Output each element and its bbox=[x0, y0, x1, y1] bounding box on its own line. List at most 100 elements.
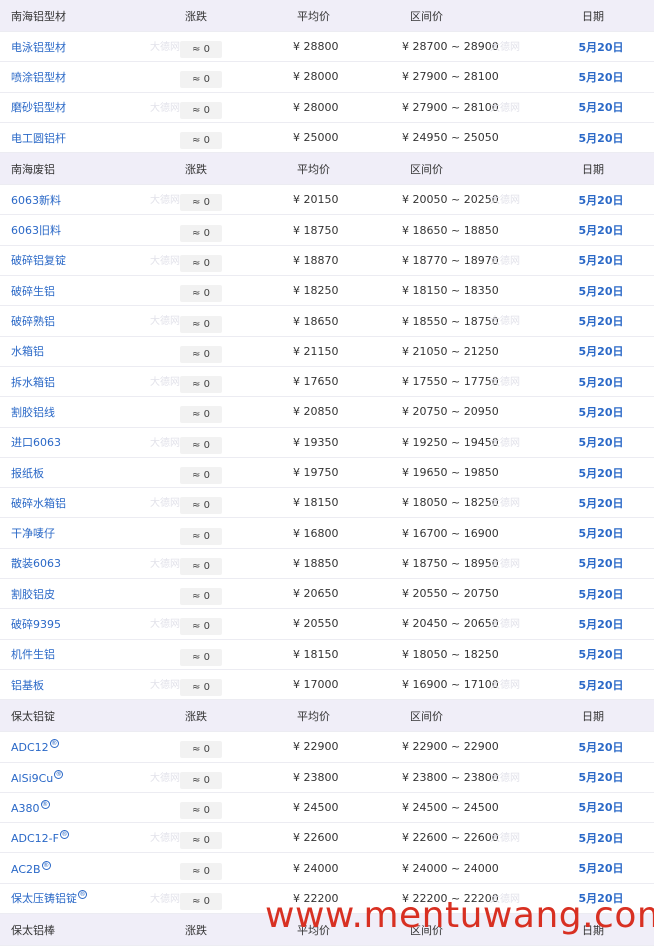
avg-price: ¥ 17000 bbox=[293, 678, 339, 692]
product-link[interactable]: 破碎熟铝 bbox=[11, 315, 55, 328]
avg-price: ¥ 18870 bbox=[293, 253, 339, 267]
product-link[interactable]: 干净唛仔 bbox=[11, 527, 55, 540]
price-range: ¥ 19250 ~ 19450 bbox=[402, 435, 499, 449]
table-row: 拆水箱铝 ≈ 0 ¥ 17650 ¥ 17550 ~ 17750 5月20日 大德网 大德网 bbox=[0, 367, 654, 398]
header-cell-date: 日期 bbox=[530, 8, 654, 24]
product-link[interactable]: 破碎生铝 bbox=[11, 285, 55, 298]
name-cell: 报纸板 bbox=[0, 465, 150, 481]
name-cell: 破碎水箱铝 bbox=[0, 495, 150, 511]
date-cell: 5月20日 bbox=[530, 799, 654, 815]
table-row: 电泳铝型材 ≈ 0 ¥ 28800 ¥ 28700 ~ 28900 5月20日 大德网 大德… bbox=[0, 32, 654, 63]
avg-cell: ¥ 18750 bbox=[230, 224, 360, 237]
header-label: 保太铝棒 bbox=[11, 923, 55, 937]
table-row: 机件生铝 ≈ 0 ¥ 18150 ¥ 18050 ~ 18250 5月20日 bbox=[0, 640, 654, 670]
change-badge: ≈ 0 bbox=[180, 436, 222, 454]
avg-price: ¥ 18750 bbox=[293, 223, 339, 237]
range-cell: ¥ 18050 ~ 18250 bbox=[360, 496, 530, 509]
product-link[interactable]: 6063新料 bbox=[11, 194, 61, 207]
product-link[interactable]: 破碎水箱铝 bbox=[11, 497, 66, 510]
product-name: 散装6063 bbox=[11, 557, 61, 571]
range-cell: ¥ 16900 ~ 17100 bbox=[360, 678, 530, 691]
registered-mark-icon: ® bbox=[59, 830, 69, 840]
product-name: 破碎生铝 bbox=[11, 284, 55, 298]
avg-price: ¥ 18850 bbox=[293, 556, 339, 570]
header-cell-change: 涨跌 bbox=[150, 922, 230, 938]
product-link[interactable]: A380 ® bbox=[11, 799, 50, 815]
date-cell: 5月20日 bbox=[530, 616, 654, 632]
registered-mark-icon: ® bbox=[78, 890, 87, 900]
header-cell-date: 日期 bbox=[530, 922, 654, 938]
date-cell: 5月20日 bbox=[530, 769, 654, 785]
date-value: 5月20日 bbox=[578, 131, 624, 145]
avg-cell: ¥ 21150 bbox=[230, 345, 360, 358]
date-cell: 5月20日 bbox=[530, 890, 654, 906]
product-name: 进口6063 bbox=[11, 436, 61, 450]
header-cell-avg: 平均价 bbox=[230, 8, 360, 24]
change-badge: ≈ 0 bbox=[180, 892, 222, 910]
product-link[interactable]: 进口6063 bbox=[11, 436, 61, 449]
avg-price: ¥ 24500 bbox=[293, 800, 339, 814]
product-link[interactable]: AlSi9Cu ® bbox=[11, 769, 64, 785]
product-link[interactable]: 电泳铝型材 bbox=[11, 41, 66, 54]
product-link[interactable]: 割胶铝线 bbox=[11, 406, 55, 419]
product-link[interactable]: 铝基板 bbox=[11, 679, 44, 692]
change-cell: ≈ 0 bbox=[150, 857, 230, 880]
range-cell: ¥ 20550 ~ 20750 bbox=[360, 587, 530, 600]
change-cell: ≈ 0 bbox=[150, 796, 230, 819]
product-link[interactable]: 拆水箱铝 bbox=[11, 376, 55, 389]
avg-cell: ¥ 28000 bbox=[230, 101, 360, 114]
change-badge: ≈ 0 bbox=[180, 467, 222, 484]
date-value: 5月20日 bbox=[578, 375, 624, 389]
product-link[interactable]: 喷涂铝型材 bbox=[11, 71, 66, 84]
change-badge: ≈ 0 bbox=[180, 194, 222, 212]
product-link[interactable]: AC2B ® bbox=[11, 860, 51, 876]
table-row: AlSi9Cu ® ≈ 0 ¥ 23800 ¥ 23800 ~ 23800 5月20日 大德… bbox=[0, 763, 654, 793]
range-cell: ¥ 18050 ~ 18250 bbox=[360, 648, 530, 661]
product-link[interactable]: 报纸板 bbox=[11, 467, 44, 480]
product-link[interactable]: 保太压铸铝锭 ® bbox=[11, 890, 87, 905]
product-link[interactable]: 破碎铝复锭 bbox=[11, 254, 66, 267]
product-link[interactable]: 电工圆铝杆 bbox=[11, 132, 66, 145]
change-cell: ≈ 0 bbox=[150, 887, 230, 910]
section-header: 南海废铝 涨跌 平均价 区间价 日期 bbox=[0, 153, 654, 186]
product-name: 电工圆铝杆 bbox=[11, 131, 66, 145]
change-badge: ≈ 0 bbox=[180, 771, 222, 789]
date-cell: 5月20日 bbox=[530, 252, 654, 268]
date-cell: 5月20日 bbox=[530, 99, 654, 115]
product-link[interactable]: 水箱铝 bbox=[11, 345, 44, 358]
registered-mark-icon: ® bbox=[49, 739, 59, 749]
name-cell: 磨砂铝型材 bbox=[0, 99, 150, 115]
change-badge: ≈ 0 bbox=[180, 679, 222, 697]
price-range: ¥ 16900 ~ 17100 bbox=[402, 678, 499, 692]
change-badge: ≈ 0 bbox=[180, 315, 222, 333]
range-cell: ¥ 20050 ~ 20250 bbox=[360, 193, 530, 206]
change-badge: ≈ 0 bbox=[180, 588, 222, 606]
header-label: 日期 bbox=[582, 923, 604, 937]
table-row: 6063旧料 ≈ 0 ¥ 18750 ¥ 18650 ~ 18850 5月20日 bbox=[0, 215, 654, 246]
avg-price: ¥ 19350 bbox=[293, 435, 339, 449]
product-link[interactable]: 割胶铝皮 bbox=[11, 588, 55, 601]
range-cell: ¥ 20750 ~ 20950 bbox=[360, 405, 530, 418]
avg-cell: ¥ 16800 bbox=[230, 527, 360, 540]
change-cell: ≈ 0 bbox=[150, 35, 230, 59]
product-link[interactable]: 机件生铝 bbox=[11, 648, 55, 661]
date-value: 5月20日 bbox=[578, 101, 624, 115]
price-range: ¥ 22600 ~ 22600 bbox=[402, 831, 499, 845]
product-link[interactable]: 磨砂铝型材 bbox=[11, 101, 66, 114]
avg-cell: ¥ 23800 bbox=[230, 771, 360, 784]
product-link[interactable]: ADC12 ® bbox=[11, 739, 59, 754]
product-link[interactable]: 6063旧料 bbox=[11, 224, 61, 237]
price-range: ¥ 18050 ~ 18250 bbox=[402, 647, 499, 661]
change-cell: ≈ 0 bbox=[150, 126, 230, 150]
section-header: 南海铝型材 涨跌 平均价 区间价 日期 bbox=[0, 0, 654, 32]
product-link[interactable]: 散装6063 bbox=[11, 557, 61, 570]
name-cell: 干净唛仔 bbox=[0, 525, 150, 541]
product-link[interactable]: 破碎9395 bbox=[11, 618, 61, 631]
table-row: 报纸板 ≈ 0 ¥ 19750 ¥ 19650 ~ 19850 5月20日 bbox=[0, 458, 654, 489]
header-cell-change: 涨跌 bbox=[150, 161, 230, 177]
product-link[interactable]: ADC12-F ® bbox=[11, 830, 69, 845]
avg-cell: ¥ 18650 bbox=[230, 315, 360, 328]
table-row: ADC12 ® ≈ 0 ¥ 22900 ¥ 22900 ~ 22900 5月20日 bbox=[0, 732, 654, 763]
range-cell: ¥ 18550 ~ 18750 bbox=[360, 315, 530, 328]
price-range: ¥ 20550 ~ 20750 bbox=[402, 587, 499, 601]
